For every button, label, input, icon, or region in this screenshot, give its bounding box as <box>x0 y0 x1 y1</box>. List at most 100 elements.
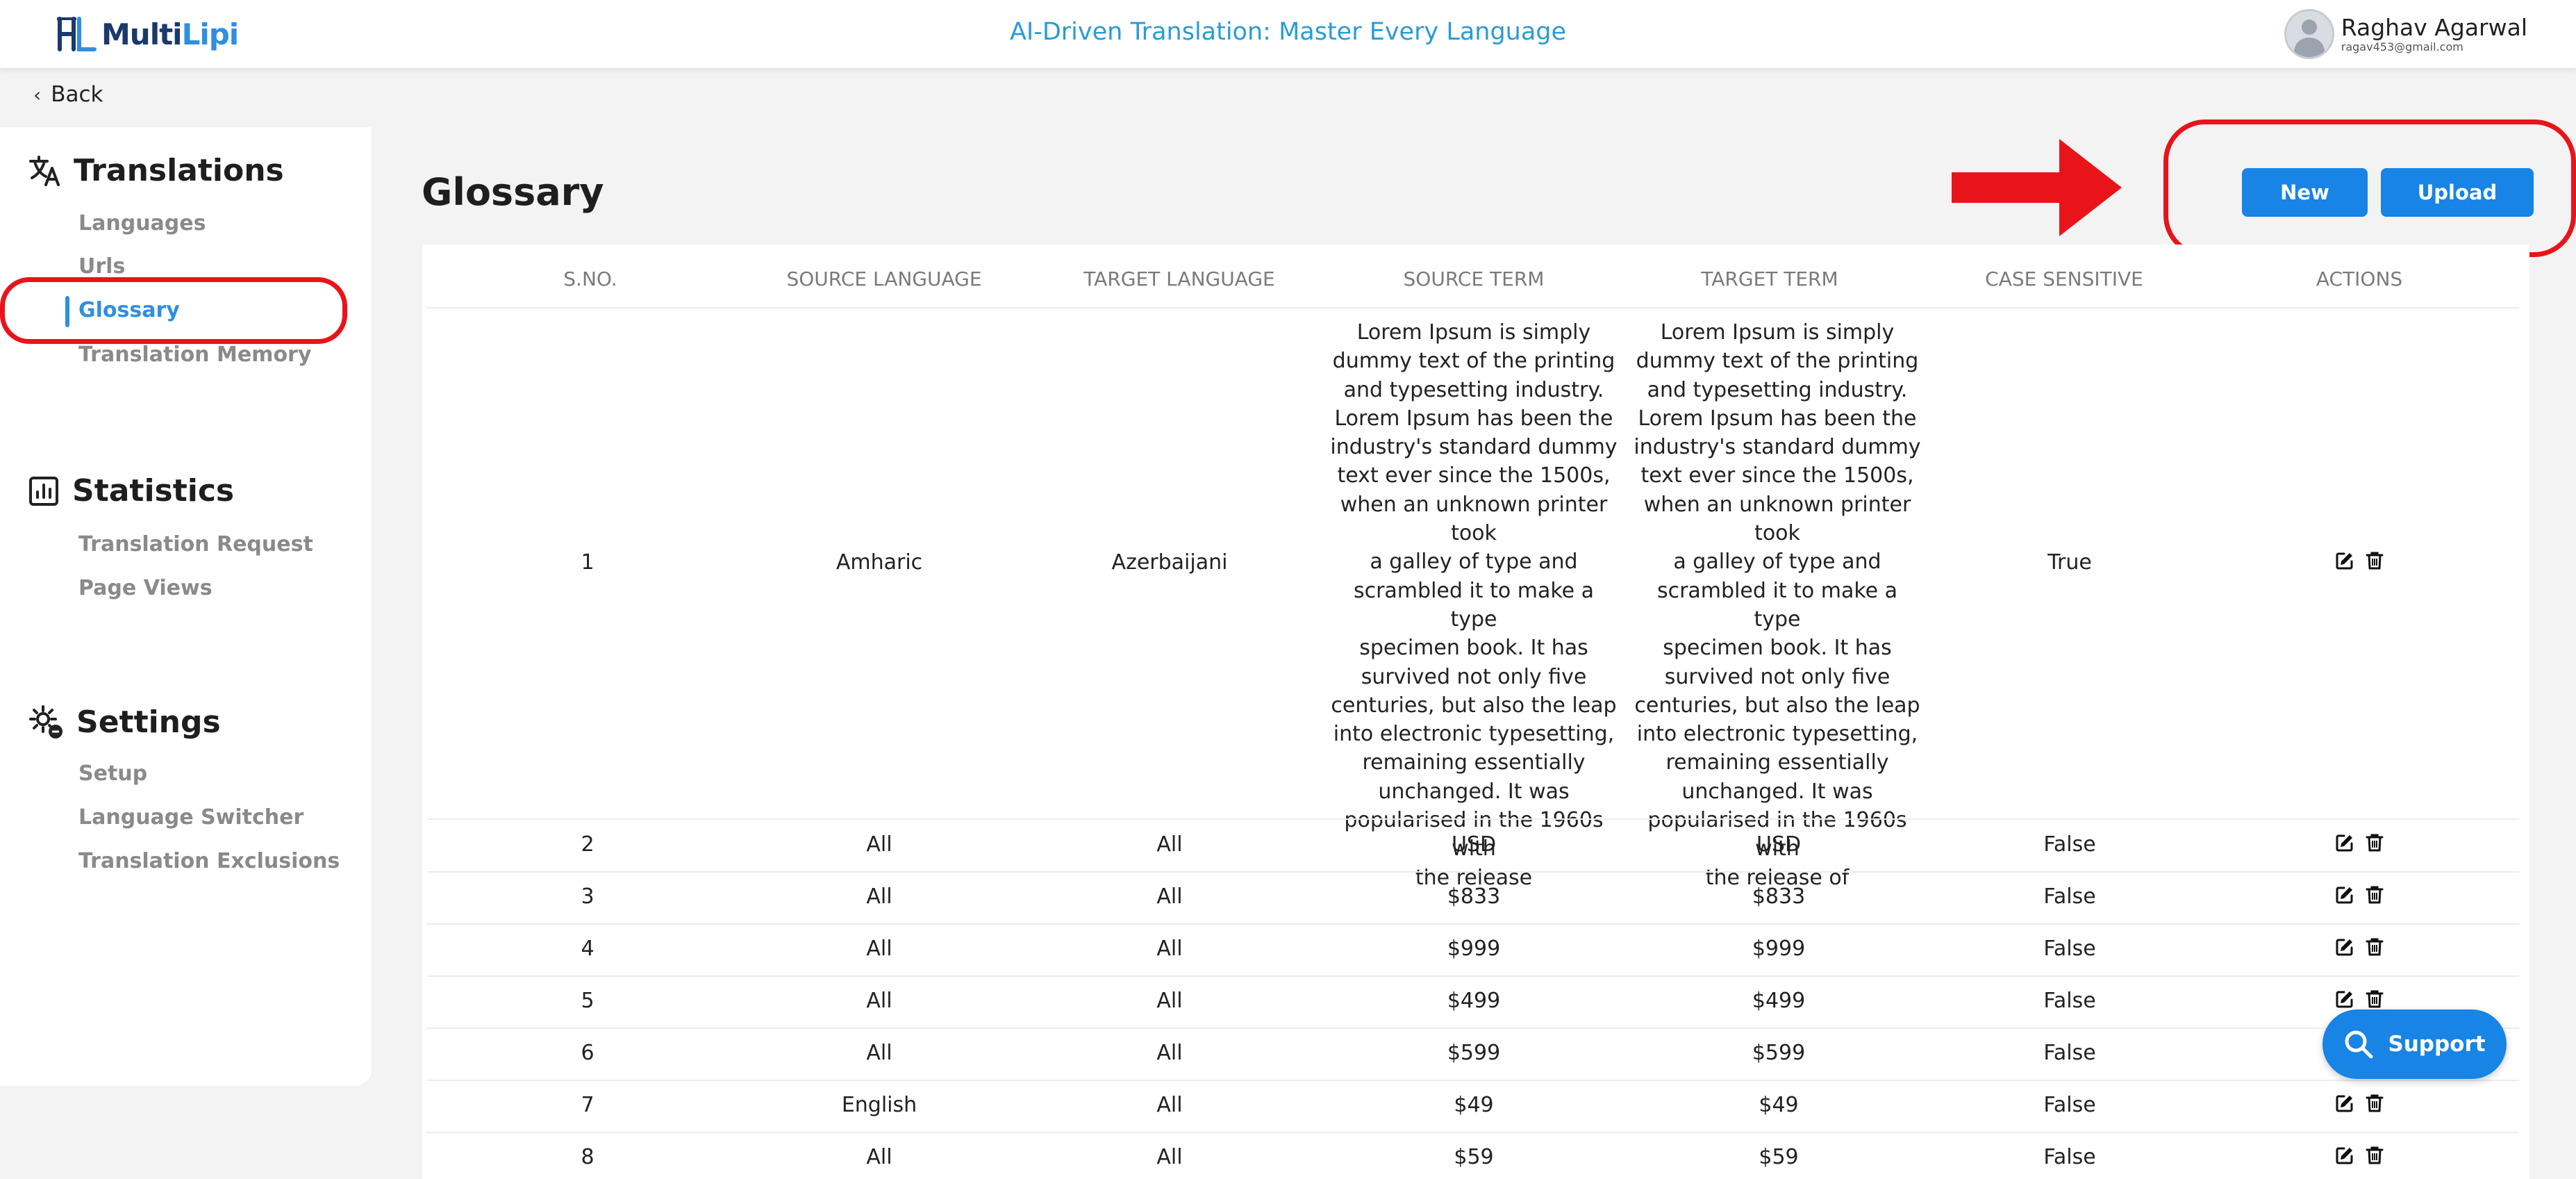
user-name: Raghav Agarwal <box>2341 14 2527 41</box>
section-settings: Settings <box>28 704 221 740</box>
cell-source-term: $833 <box>1447 884 1501 909</box>
term-line: and typesetting industry. <box>1647 377 1908 402</box>
cell-sno: 1 <box>581 550 595 575</box>
cell-sno: 5 <box>581 989 595 1013</box>
cell-sno: 2 <box>581 832 595 857</box>
column-header-source-language: SOURCE LANGUAGE <box>786 267 982 290</box>
cell-source-language: All <box>866 1041 892 1065</box>
back-label: Back <box>51 82 103 107</box>
cell-target-language: All <box>1156 832 1183 857</box>
term-line: unchanged. It was <box>1681 779 1873 804</box>
section-statistics: Statistics <box>28 473 234 509</box>
user-profile[interactable]: Raghav Agarwal ragav453@gmail.com <box>2284 8 2527 60</box>
sidebar-item-translation-request[interactable]: Translation Request <box>78 532 313 556</box>
top-bar: MultiLipi AI-Driven Translation: Master … <box>0 0 2576 69</box>
edit-icon[interactable] <box>2335 1094 2354 1113</box>
cell-target-term: $999 <box>1752 937 1806 961</box>
delete-icon[interactable] <box>2366 989 2384 1009</box>
sidebar-item-languages[interactable]: Languages <box>78 211 206 236</box>
cell-target-language: All <box>1156 884 1183 909</box>
cell-sno: 6 <box>581 1041 595 1065</box>
row-actions <box>2335 885 2384 905</box>
cell-case-sensitive: False <box>2043 1145 2096 1169</box>
row-divider <box>427 975 2519 977</box>
sidebar-item-setup[interactable]: Setup <box>78 761 147 786</box>
cell-target-language: All <box>1156 937 1183 961</box>
delete-icon[interactable] <box>2366 1094 2384 1113</box>
new-button[interactable]: New <box>2242 168 2368 217</box>
column-header-sno: S.NO. <box>563 267 617 290</box>
section-translations: Translations <box>28 153 284 188</box>
row-actions <box>2335 833 2384 852</box>
term-line: when an unknown printer took <box>1340 492 1608 546</box>
term-line: centuries, but also the leap <box>1331 693 1617 718</box>
header-divider <box>427 307 2519 308</box>
edit-icon[interactable] <box>2335 551 2354 570</box>
row-actions <box>2335 1146 2384 1165</box>
cell-target-term: $499 <box>1752 989 1806 1013</box>
chevron-left-icon: ‹ <box>33 83 42 106</box>
avatar[interactable] <box>2284 9 2334 59</box>
term-line: specimen book. It has <box>1663 636 1892 661</box>
user-email: ragav453@gmail.com <box>2341 40 2463 53</box>
delete-icon[interactable] <box>2366 937 2384 957</box>
row-divider <box>427 871 2519 873</box>
term-line: into electronic typesetting, <box>1636 722 1918 747</box>
cell-source-term: $499 <box>1447 989 1501 1013</box>
edit-icon[interactable] <box>2335 1146 2354 1165</box>
sidebar: Translations Languages Urls Glossary Tra… <box>0 127 372 1086</box>
cell-case-sensitive: False <box>2043 1093 2096 1117</box>
cell-source-term: $59 <box>1454 1145 1494 1169</box>
cell-case-sensitive: False <box>2043 989 2096 1013</box>
term-line: scrambled it to make a type <box>1353 578 1595 632</box>
cell-target-term: $59 <box>1759 1145 1799 1169</box>
sidebar-item-translation-memory[interactable]: Translation Memory <box>78 343 311 367</box>
term-line: industry's standard dummy <box>1634 435 1921 460</box>
cell-target-language: All <box>1156 1041 1183 1065</box>
gear-icon <box>29 705 63 739</box>
arrow-right-icon <box>1952 139 2122 236</box>
row-divider <box>427 1132 2519 1133</box>
column-header-actions: ACTIONS <box>2316 267 2403 290</box>
edit-icon[interactable] <box>2335 833 2354 852</box>
support-button[interactable]: Support <box>2322 1009 2507 1079</box>
cell-source-language: English <box>841 1093 917 1117</box>
edit-icon[interactable] <box>2335 989 2354 1009</box>
cell-target-term: $49 <box>1759 1093 1799 1117</box>
back-link[interactable]: ‹ Back <box>33 82 103 107</box>
column-header-target-term: TARGET TERM <box>1701 267 1838 290</box>
search-icon <box>2345 1030 2373 1059</box>
row-divider <box>427 818 2519 820</box>
support-label: Support <box>2388 1032 2486 1057</box>
delete-icon[interactable] <box>2366 885 2384 905</box>
delete-icon[interactable] <box>2366 833 2384 852</box>
term-line: dummy text of the printing <box>1332 349 1615 374</box>
row-actions <box>2335 937 2384 957</box>
cell-sno: 4 <box>581 937 595 961</box>
term-line: scrambled it to make a type <box>1656 578 1898 632</box>
cell-source-language: All <box>866 832 892 857</box>
cell-case-sensitive: True <box>2047 550 2092 575</box>
edit-icon[interactable] <box>2335 937 2354 957</box>
upload-button[interactable]: Upload <box>2381 168 2534 217</box>
edit-icon[interactable] <box>2335 885 2354 905</box>
term-line: into electronic typesetting, <box>1333 722 1615 747</box>
cell-source-language: All <box>866 884 892 909</box>
sidebar-item-page-views[interactable]: Page Views <box>78 576 213 600</box>
term-line: when an unknown printer took <box>1643 492 1911 546</box>
delete-icon[interactable] <box>2366 1146 2384 1165</box>
sidebar-item-language-switcher[interactable]: Language Switcher <box>78 805 304 830</box>
cell-case-sensitive: False <box>2043 1041 2096 1065</box>
cell-target-language: All <box>1156 989 1183 1013</box>
term-line: a galley of type and <box>1673 550 1881 575</box>
sidebar-item-urls[interactable]: Urls <box>78 254 125 279</box>
cell-target-language: All <box>1156 1145 1183 1169</box>
term-line: remaining essentially <box>1362 750 1586 775</box>
cell-sno: 7 <box>581 1093 595 1117</box>
term-line: dummy text of the printing <box>1636 349 1919 374</box>
delete-icon[interactable] <box>2366 551 2384 570</box>
column-header-case-sensitive: CASE SENSITIVE <box>1985 267 2143 290</box>
cell-target-language: Azerbaijani <box>1111 550 1228 575</box>
sidebar-item-translation-exclusions[interactable]: Translation Exclusions <box>78 849 340 873</box>
cell-source-language: All <box>866 1145 892 1169</box>
